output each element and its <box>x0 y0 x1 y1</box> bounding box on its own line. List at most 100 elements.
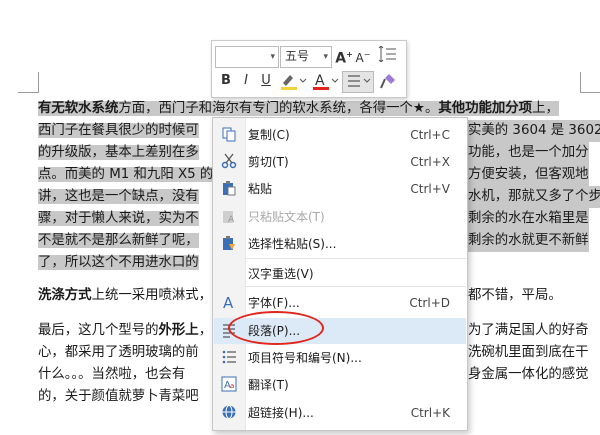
text-run: 骤，对于懒人来说，实为不 <box>38 211 199 226</box>
paste-icon <box>220 180 238 198</box>
menu-item-translate[interactable]: Aa 翻译(T) <box>214 372 466 398</box>
line-text: 点。而美的 M1 和九阳 X5 的 <box>38 167 214 182</box>
line-text-right: 都不错，平局。 <box>468 288 562 303</box>
line-text: 讲，这也是一个缺点，没有 <box>38 189 199 204</box>
scissors-icon <box>220 153 238 171</box>
menu-item-shortcut: Ctrl+C <box>410 128 450 142</box>
line-text: 洗涤方式上统一采用喷淋式， <box>38 288 212 303</box>
menu-item-label: 翻译(T) <box>248 378 289 392</box>
chevron-down-icon: ▾ <box>323 52 328 62</box>
menu-item-label: 剪切(T) <box>248 155 289 169</box>
menu-item-label: 只粘贴文本(T) <box>248 210 325 224</box>
line-text: 不是就不是那么新鲜了呢， <box>38 233 199 248</box>
font-icon: A <box>220 294 238 312</box>
line-text-right: 功能，也是一个加分 <box>468 142 589 164</box>
menu-item-copy[interactable]: 复制(C) Ctrl+C <box>214 122 466 148</box>
font-name-combo[interactable]: ▾ <box>215 46 279 68</box>
text-run: 的升级版，基本上差别在多 <box>38 145 199 160</box>
text-run: ， <box>198 323 213 338</box>
format-painter-icon[interactable] <box>376 71 400 96</box>
chevron-down-icon: ▾ <box>270 52 275 62</box>
list-icon <box>220 349 238 367</box>
line-spacing-icon[interactable] <box>373 45 401 67</box>
hyperlink-icon <box>220 404 238 422</box>
line-text: 骤，对于懒人来说，实为不 <box>38 211 199 226</box>
line-text-right: 身金属一体化的感觉 <box>468 367 589 382</box>
text-run: 西门子在餐具很少的时候可 <box>38 123 199 138</box>
text-run: 讲，这也是一个缺点，没有 <box>38 189 199 204</box>
page-corner-marker-left-v <box>38 72 39 92</box>
page-corner-marker-left-h <box>18 92 39 93</box>
line-text: 的升级版，基本上差别在多 <box>38 145 199 160</box>
menu-separator <box>246 258 466 259</box>
line-text: 的，关于颜值就萝卜青菜吧 <box>38 389 199 404</box>
svg-text:A: A <box>315 73 325 89</box>
text-run: 方面，西门子和海尔有专门的软水系统，各得一个★。 <box>118 101 439 116</box>
menu-item-paste-special[interactable]: 选择性粘贴(S)... <box>214 231 466 257</box>
menu-item-shortcut: Ctrl+D <box>409 296 450 310</box>
font-size-value: 五号 <box>285 49 310 63</box>
text-run: 上统一采用喷淋式， <box>91 288 213 303</box>
grow-font-icon[interactable]: A+ <box>335 46 353 68</box>
menu-item-hyperlink[interactable]: 超链接(H)... Ctrl+K <box>214 400 466 426</box>
mini-toolbar: ▾ 五号 ▾ A+ A− B I U A <box>211 40 407 98</box>
menu-item-cut[interactable]: 剪切(T) Ctrl+X <box>214 149 466 175</box>
menu-item-label: 项目符号和编号(N)... <box>248 351 362 365</box>
text-run: 了，所以这个不用进水口的 <box>38 255 199 270</box>
menu-item-label: 汉字重选(V) <box>248 267 314 281</box>
line-text: 什么。。。当然啦，也会有 <box>38 367 185 382</box>
line-text: 最后，这几个型号的外形上， <box>38 323 212 338</box>
menu-item-hanzi-reselect[interactable]: 汉字重选(V) <box>214 261 466 287</box>
menu-item-font[interactable]: A 字体(F)... Ctrl+D <box>214 290 466 316</box>
highlight-icon[interactable] <box>278 71 308 96</box>
text-run: 什么。。。当然啦，也会有 <box>38 367 186 382</box>
underline-button[interactable]: U <box>257 72 275 90</box>
context-menu: 复制(C) Ctrl+C 剪切(T) Ctrl+X 粘贴 Ctrl+V A 只粘贴文本(T) 选… <box>212 117 468 431</box>
menu-item-label: 粘贴 <box>248 182 273 196</box>
menu-item-label: 复制(C) <box>248 128 290 142</box>
translate-icon: Aa <box>220 376 238 394</box>
text-run: 上， <box>532 101 559 116</box>
menu-item-shortcut: Ctrl+V <box>410 182 450 196</box>
paste-text-icon: A <box>220 208 238 226</box>
line-text-right: 水机，那就又多了个步 <box>468 186 600 208</box>
line-text-right: 实美的 3604 是 3602 <box>468 120 600 142</box>
svg-text:A: A <box>223 294 234 310</box>
bold-text: 其他功能加分项 <box>438 101 533 116</box>
font-color-icon[interactable]: A <box>310 71 340 96</box>
text-run: 不是就不是那么新鲜了呢， <box>38 233 199 248</box>
bold-button[interactable]: B <box>217 72 235 90</box>
svg-text:a: a <box>230 382 234 390</box>
line-text: 有无软水系统方面，西门子和海尔有专门的软水系统，各得一个★。其他功能加分项上， <box>38 101 559 116</box>
line-text: 了，所以这个不用进水口的 <box>38 255 199 270</box>
line-text: 心，都采用了透明玻璃的前 <box>38 345 199 360</box>
line-text-right: 方便安装，但客观地 <box>468 164 589 186</box>
page-corner-marker-right-v <box>580 72 581 92</box>
annotation-circle <box>228 311 324 345</box>
svg-text:A: A <box>228 215 235 224</box>
bold-text: 外形上 <box>158 323 199 338</box>
italic-button[interactable]: I <box>237 72 255 90</box>
text-run: 最后，这几个型号的 <box>38 323 159 338</box>
menu-item-bullets-numbering[interactable]: 项目符号和编号(N)... <box>214 345 466 371</box>
bold-text: 洗涤方式 <box>38 288 92 303</box>
text-run: 心，都采用了透明玻璃的前 <box>38 345 199 360</box>
line-text: 西门子在餐具很少的时候可 <box>38 123 199 138</box>
menu-item-label: 超链接(H)... <box>248 406 314 420</box>
page-corner-marker-right-h <box>580 92 600 93</box>
paste-special-icon <box>220 235 238 253</box>
line-text-right: 为了满足国人的好奇 <box>468 323 589 338</box>
copy-icon <box>220 126 238 144</box>
menu-item-shortcut: Ctrl+X <box>410 155 450 169</box>
bold-text: 有无软水系统 <box>38 101 119 116</box>
align-icon[interactable] <box>342 71 374 93</box>
menu-item-paste[interactable]: 粘贴 Ctrl+V <box>214 176 466 202</box>
line-text-right: 剩余的水在水箱里是 <box>468 208 589 230</box>
font-size-combo[interactable]: 五号 ▾ <box>280 46 332 68</box>
menu-item-shortcut: Ctrl+K <box>410 406 450 420</box>
menu-item-paste-text-only[interactable]: A 只粘贴文本(T) <box>214 204 466 230</box>
line-text-right: 剩余的水就更不新鲜 <box>468 230 589 252</box>
text-run: 点。而美的 M1 和九阳 X5 的 <box>38 167 214 182</box>
line-text-right: 洗碗机里面到底在干 <box>468 345 589 360</box>
shrink-font-icon[interactable]: A− <box>354 46 372 67</box>
